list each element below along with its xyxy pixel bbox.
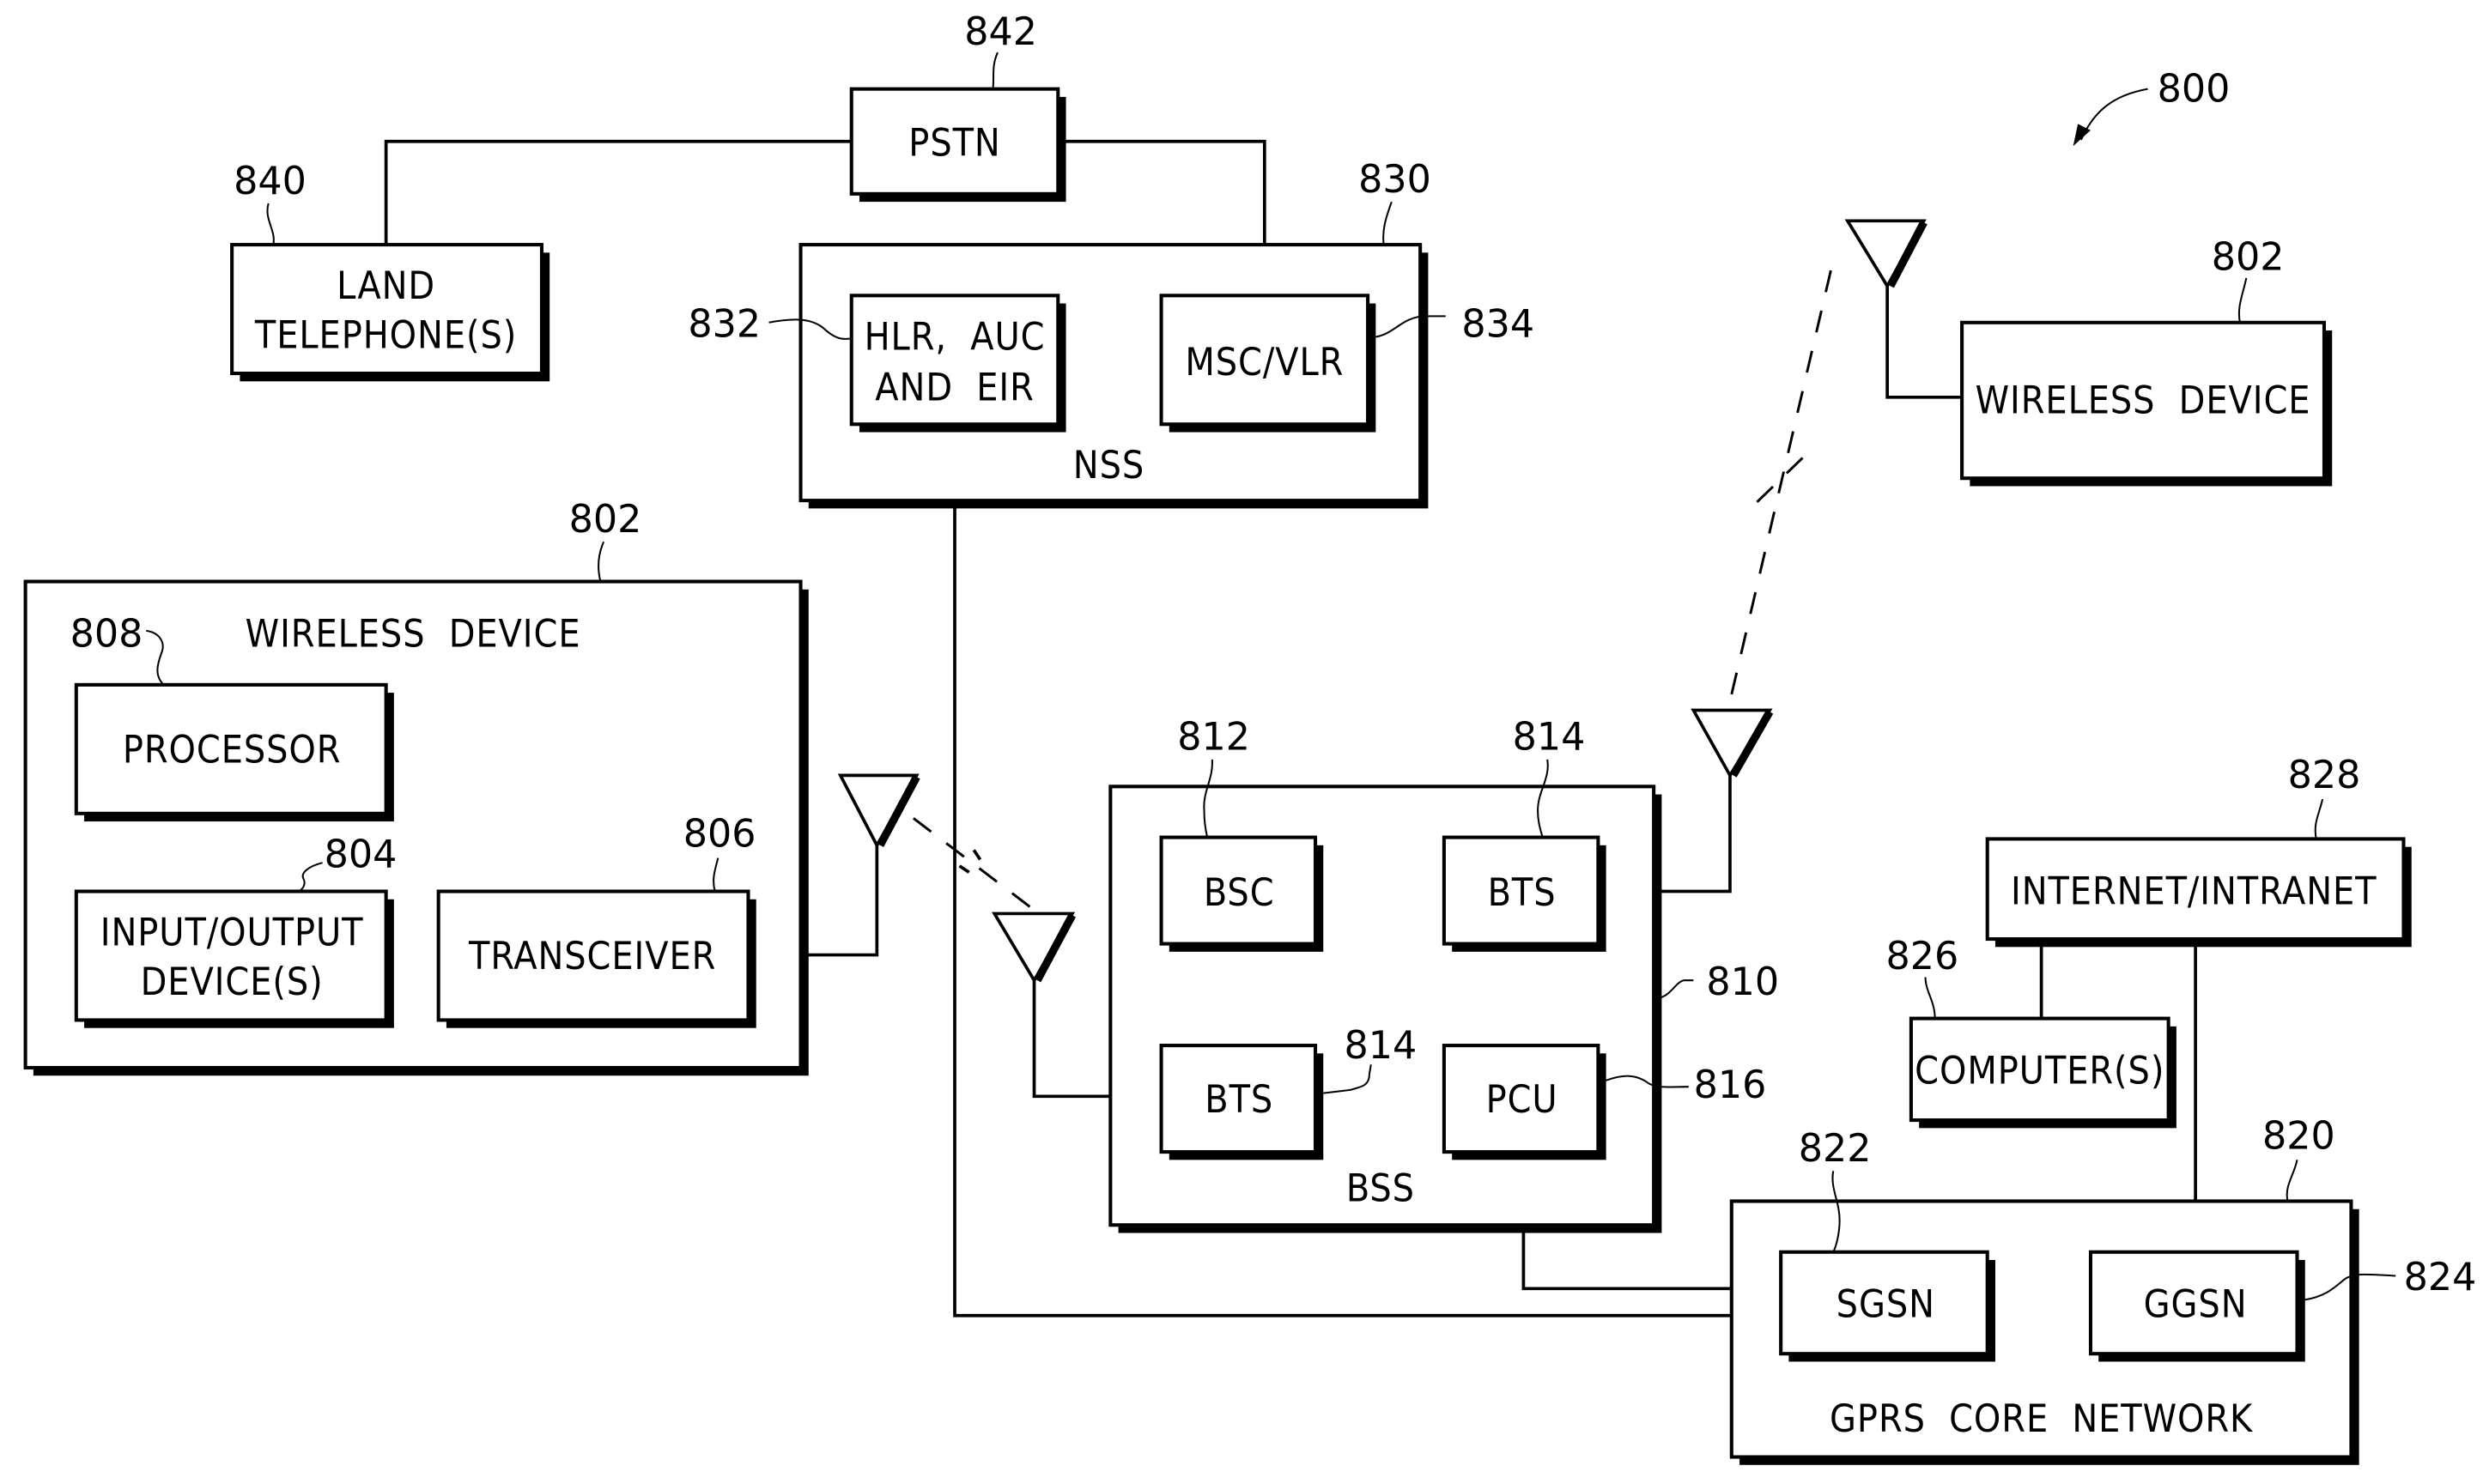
pcu-node[interactable]: PCU 816 [1442,1044,1767,1160]
bts-bottom-ref: 814 [1345,1024,1418,1068]
computers-leader [1924,977,1936,1019]
computers-label: COMPUTER(S) [1915,1049,2164,1093]
bts-bottom-label: BTS [1205,1078,1273,1122]
hlr-label-line1: HLR, AUC [865,315,1046,359]
gprs-leader [2286,1160,2298,1202]
pstn-node[interactable]: PSTN 842 [849,10,1066,203]
transceiver-label: TRANSCEIVER [468,935,716,978]
internet-intranet-node[interactable]: INTERNET/INTRANET 828 [1985,754,2412,948]
gprs-ref: 820 [2262,1114,2335,1158]
io-device-label-line1: INPUT/OUTPUT [100,911,364,954]
wireless-device-left-ref: 802 [569,498,642,542]
wireless-device-right-ref: 802 [2212,236,2285,280]
wireless-device-right-label: WIRELESS DEVICE [1976,379,2311,422]
pstn-label: PSTN [908,121,1000,165]
hlr-auc-eir-node[interactable]: HLR, AUC AND EIR 832 [688,294,1066,433]
transceiver-ref: 806 [683,813,756,857]
bss-leader [1660,979,1694,999]
sgsn-label: SGSN [1836,1283,1935,1327]
msc-label: MSC/VLR [1185,341,1344,385]
pstn-leader [992,51,999,89]
radio-link-left [913,817,1034,911]
antenna-icon [1691,708,1774,779]
ggsn-node[interactable]: GGSN 824 [2088,1250,2477,1362]
computers-ref: 826 [1885,935,1958,978]
antenna-icon [1844,219,1928,289]
bsc-label: BSC [1204,871,1275,915]
bts-top-label: BTS [1488,871,1557,915]
internet-ref: 828 [2288,754,2361,797]
gprs-label: GPRS CORE NETWORK [1830,1397,2254,1441]
antenna-icon [837,773,920,849]
pcu-ref: 816 [1694,1063,1767,1107]
ggsn-ref: 824 [2404,1256,2477,1299]
hlr-ref: 832 [688,302,761,346]
wire-land-pstn [384,139,852,244]
nss-label: NSS [1073,444,1144,488]
io-device-ref: 804 [325,833,398,877]
wireless-device-right-leader [2237,277,2248,323]
bss-label: BSS [1346,1166,1415,1210]
network-diagram: 800 PSTN 842 LAND TELEPHONE(S) 840 NSS 8… [23,10,2477,1465]
internet-label: INTERNET/INTRANET [2011,869,2377,913]
bss-ref: 810 [1706,960,1779,1004]
nss-leader [1382,201,1393,245]
pstn-ref: 842 [964,10,1037,54]
radio-arrow-icon [958,849,982,874]
land-telephone-leader [266,203,275,245]
wireless-device-left-leader [597,541,605,582]
msc-vlr-node[interactable]: MSC/VLR 834 [1159,294,1535,433]
hlr-label-line2: AND EIR [875,366,1034,409]
sgsn-ref: 822 [1799,1127,1872,1171]
land-telephone-node[interactable]: LAND TELEPHONE(S) 840 [230,160,550,382]
processor-ref: 808 [70,612,143,656]
radio-link-right [1730,266,1833,695]
msc-ref: 834 [1461,302,1534,346]
land-telephone-label-line2: TELEPHONE(S) [254,313,517,357]
bsc-ref: 812 [1177,716,1250,760]
processor-label: PROCESSOR [123,729,342,772]
io-device-label-line2: DEVICE(S) [141,960,324,1004]
figure-reference: 800 [2073,67,2231,147]
land-telephone-ref: 840 [234,160,307,203]
wireless-device-right-node[interactable]: WIRELESS DEVICE 802 [1960,236,2333,487]
pcu-label: PCU [1486,1078,1558,1122]
computers-node[interactable]: COMPUTER(S) 826 [1885,935,2176,1129]
internet-leader [2314,798,2324,839]
ggsn-label: GGSN [2144,1283,2248,1327]
bts-top-ref: 814 [1513,716,1586,760]
figure-ref-label: 800 [2158,67,2231,111]
figure-pointer-arrow-line [2079,88,2148,141]
wireless-device-left-label: WIRELESS DEVICE [246,612,581,656]
nss-ref: 830 [1358,158,1431,202]
land-telephone-label-line1: LAND [337,264,435,308]
antenna-icon [992,912,1077,984]
wire-device-antenna [1885,286,1963,399]
